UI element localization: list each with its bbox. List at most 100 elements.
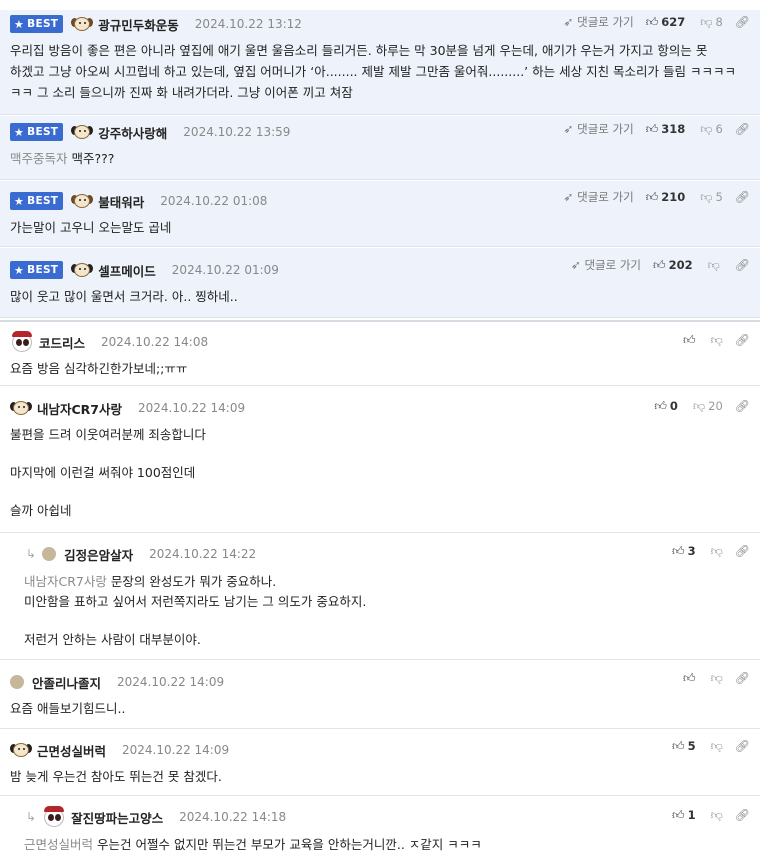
thumbs-up-icon: 👍︎ (645, 190, 659, 204)
avatar-icon (10, 331, 34, 353)
comment-body: 근면성실버럭 우는건 어쩔수 없지만 뛰는건 부모가 교육을 안하는거니깐.. ㅈ… (24, 837, 482, 852)
comment-body: 많이 웃고 많이 울면서 크거라. 아.. 찡하네.. (10, 289, 238, 304)
link-icon[interactable]: 🔗︎ (735, 191, 750, 203)
author-nick[interactable]: 불태워라 (98, 192, 144, 211)
author-nick[interactable]: 코드리스 (39, 333, 85, 352)
comment-body: 가는말이 고우니 오는말도 곱네 (10, 220, 172, 235)
link-icon[interactable]: 🔗︎ (735, 809, 750, 821)
thumbs-up-icon: 👍︎ (653, 258, 666, 272)
thumbs-down-icon: 👎︎ (710, 671, 723, 685)
thumbs-down-icon: 👎︎ (710, 739, 723, 753)
like-button[interactable]: 👍︎ 1 (672, 808, 696, 822)
goto-comment-link[interactable]: ➶ 댓글로 가기 (571, 257, 641, 273)
avatar-icon (71, 192, 94, 210)
like-button[interactable]: 👍︎ 0 (654, 399, 678, 413)
comment-date: 2024.10.22 01:08 (160, 194, 268, 208)
like-button[interactable]: 👍︎ 318 (646, 122, 686, 136)
comment-date: 2024.10.22 13:12 (194, 17, 302, 31)
send-icon: ➶ (563, 15, 574, 29)
dislike-button[interactable]: 👎︎ 5 (697, 190, 723, 204)
avatar-icon (71, 15, 94, 33)
reply-target[interactable]: 맥주중독자 (10, 151, 68, 166)
dislike-button[interactable]: 👎︎ 6 (697, 122, 723, 136)
send-icon: ➶ (563, 122, 574, 136)
comment-date: 2024.10.22 13:59 (183, 125, 291, 139)
like-button[interactable]: 👍︎ 202 (653, 258, 693, 272)
comment-date: 2024.10.22 01:09 (171, 263, 279, 277)
send-icon: ➶ (563, 190, 574, 204)
dislike-button[interactable]: 👎︎ 20 (690, 399, 723, 413)
comment: 내남자CR7사랑 2024.10.22 14:09 👍︎ 0 👎︎ 20 🔗︎ 불편… (0, 387, 760, 533)
reply-arrow-icon: ↳ (26, 810, 37, 824)
avatar-icon (42, 806, 66, 828)
link-icon[interactable]: 🔗︎ (735, 123, 750, 135)
dislike-button[interactable]: 👎︎ (708, 740, 723, 752)
comment-body: 밤 늦게 우는건 참아도 뛰는건 못 참겠다. (10, 769, 222, 784)
avatar-icon (71, 123, 94, 141)
like-button[interactable]: 👍︎ (683, 334, 696, 346)
comment-body: 불편을 드려 이웃여러분께 죄송합니다 마지막에 이런걸 써줘야 100점인데 … (10, 427, 206, 518)
like-button[interactable]: 👍︎ 210 (646, 190, 686, 204)
dislike-button[interactable]: 👎︎ 8 (697, 15, 723, 29)
author-nick[interactable]: 내남자CR7사랑 (37, 399, 122, 418)
link-icon[interactable]: 🔗︎ (735, 259, 750, 271)
comment-body: 요즘 애들보기힘드니.. (10, 701, 126, 716)
best-badge: ★ BEST (10, 15, 64, 33)
send-icon: ➶ (570, 258, 581, 272)
star-icon: ★ (14, 263, 25, 277)
link-icon[interactable]: 🔗︎ (735, 334, 750, 346)
thumbs-down-icon: 👎︎ (710, 808, 723, 822)
dislike-button[interactable]: 👎︎ (708, 809, 723, 821)
dislike-button[interactable]: 👎︎ (708, 545, 723, 557)
comment-date: 2024.10.22 14:08 (101, 335, 209, 349)
best-comment: ★ BEST 셀프메이드 2024.10.22 01:09 ➶ 댓글로 가기 👍︎… (0, 248, 760, 318)
best-badge: ★ BEST (10, 123, 64, 141)
thumbs-down-icon: 👎︎ (700, 122, 713, 136)
author-nick[interactable]: 강주하사랑해 (98, 123, 167, 142)
reply-target[interactable]: 내남자CR7사랑 (24, 574, 107, 589)
best-badge: ★ BEST (10, 192, 64, 210)
thumbs-up-icon: 👍︎ (654, 399, 667, 413)
author-nick[interactable]: 광규민두화운동 (98, 15, 179, 34)
dislike-button[interactable]: 👎︎ (708, 672, 723, 684)
dislike-button[interactable]: 👎︎ (705, 259, 723, 271)
comment-date: 2024.10.22 14:09 (117, 675, 225, 689)
comment-body: 우리집 방음이 좋은 편은 아니라 옆집에 애기 울면 울음소리 들리거든. 하… (10, 43, 736, 100)
comment: 안졸리나졸지 2024.10.22 14:09 👍︎ 👎︎ 🔗︎ 요즘 애들보기… (0, 661, 760, 729)
reply-comment: ↳ 잘진땅파는고양스 2024.10.22 14:18 👍︎ 1 👎︎ 🔗︎ 근면… (0, 797, 760, 856)
goto-comment-link[interactable]: ➶ 댓글로 가기 (563, 14, 633, 30)
thumbs-up-icon: 👍︎ (683, 333, 696, 347)
avatar-icon (10, 399, 32, 417)
link-icon[interactable]: 🔗︎ (735, 740, 750, 752)
goto-comment-link[interactable]: ➶ 댓글로 가기 (563, 121, 633, 137)
author-nick[interactable]: 근면성실버럭 (37, 741, 106, 760)
like-button[interactable]: 👍︎ (683, 672, 696, 684)
avatar-icon (42, 547, 57, 561)
comment-date: 2024.10.22 14:09 (122, 743, 230, 757)
like-button[interactable]: 👍︎ 3 (672, 544, 696, 558)
thumbs-up-icon: 👍︎ (645, 122, 659, 136)
link-icon[interactable]: 🔗︎ (735, 16, 750, 28)
thumbs-up-icon: 👍︎ (645, 15, 659, 29)
thumbs-up-icon: 👍︎ (672, 808, 685, 822)
reply-arrow-icon: ↳ (26, 547, 37, 561)
like-button[interactable]: 👍︎ 5 (672, 739, 696, 753)
reply-target[interactable]: 근면성실버럭 (24, 837, 93, 852)
author-nick[interactable]: 김정은암살자 (64, 545, 133, 564)
link-icon[interactable]: 🔗︎ (735, 400, 750, 412)
like-button[interactable]: 👍︎ 627 (646, 15, 686, 29)
thumbs-down-icon: 👎︎ (692, 399, 706, 413)
comment-body: 요즘 방음 심각하긴한가보네;;ㅠㅠ (10, 361, 188, 376)
dislike-button[interactable]: 👎︎ (708, 334, 723, 346)
link-icon[interactable]: 🔗︎ (735, 672, 750, 684)
author-nick[interactable]: 잘진땅파는고양스 (71, 808, 163, 827)
comment-body: 내남자CR7사랑 문장의 완성도가 뭐가 중요하나. 미안함을 표하고 싶어서 저… (24, 574, 367, 647)
comment-date: 2024.10.22 14:09 (138, 401, 246, 415)
author-nick[interactable]: 안졸리나졸지 (32, 673, 101, 692)
thumbs-up-icon: 👍︎ (672, 544, 685, 558)
best-badge: ★ BEST (10, 261, 64, 279)
comment-body: 맥주중독자 맥주??? (10, 151, 115, 166)
author-nick[interactable]: 셀프메이드 (98, 261, 156, 280)
link-icon[interactable]: 🔗︎ (735, 545, 750, 557)
goto-comment-link[interactable]: ➶ 댓글로 가기 (563, 189, 633, 205)
